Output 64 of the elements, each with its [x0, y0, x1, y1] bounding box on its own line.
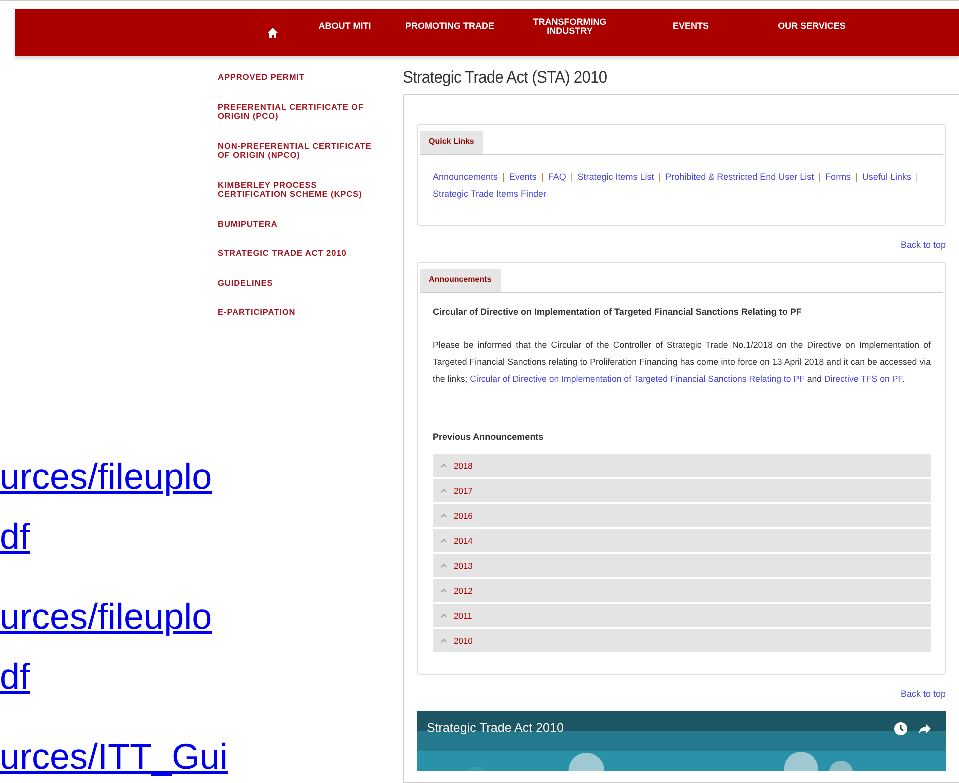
video-title: Strategic Trade Act 2010 — [427, 721, 564, 735]
sidebar-link[interactable]: NON-PREFERENTIAL CERTIFICATE OF ORIGIN (NPCO) — [218, 142, 386, 160]
video-player[interactable]: Strategic Trade Act 2010 — [417, 711, 946, 771]
quick-links-tab[interactable]: Quick Links — [420, 131, 484, 154]
announcement-text: Please be informed that the Circular of the Controller of Strategic Trade No.1/2018 on the Directive on Implementation of Targeted Financial Sanctions relating to Proliferation Financing has come into force on 13 April 2018 and it can be accessed via the links; Circular of Directive on Implementation of Targeted Financial Sanctions Relating to PF and Directive TFS on PF. — [433, 339, 931, 386]
nav-link[interactable]: EVENTS — [629, 22, 753, 31]
url-link[interactable]: urces/fileuplo — [0, 587, 212, 647]
separator: | — [570, 172, 574, 182]
nav-link[interactable]: ABOUT MITI — [301, 22, 389, 31]
share-icon[interactable] — [918, 722, 932, 736]
home-icon[interactable] — [267, 26, 279, 38]
year-accordion-row[interactable]: 2010 — [433, 629, 931, 652]
sidebar-link[interactable]: STRATEGIC TRADE ACT 2010 — [218, 249, 386, 258]
sidebar-link[interactable]: PREFERENTIAL CERTIFICATE OF ORIGIN (PCO) — [218, 102, 386, 122]
sidebar-link[interactable]: KIMBERLEY PROCESS CERTIFICATION SCHEME (KPCS) — [218, 180, 386, 200]
year-accordion-row[interactable]: 2017 — [433, 479, 931, 502]
quick-link[interactable]: Announcements — [433, 172, 498, 182]
quick-link[interactable]: Prohibited & Restricted End User List — [666, 172, 814, 182]
year-accordion-row[interactable]: 2018 — [433, 454, 931, 477]
year-label: 2011 — [454, 610, 472, 620]
separator: | — [818, 172, 822, 182]
separator: | — [658, 172, 662, 182]
url-link[interactable]: urces/fileuplo — [0, 447, 212, 507]
quick-link[interactable]: Strategic Trade Items Finder — [433, 189, 547, 199]
back-to-top-link[interactable]: Back to top — [900, 689, 946, 699]
year-accordion-row[interactable]: 2016 — [433, 504, 931, 527]
back-to-top-link[interactable]: Back to top — [900, 240, 946, 250]
year-label: 2010 — [454, 636, 473, 646]
year-label: 2016 — [454, 510, 473, 520]
year-label: 2014 — [454, 536, 473, 546]
year-label: 2013 — [454, 560, 473, 570]
url-link[interactable]: df — [0, 507, 30, 567]
separator: | — [541, 172, 544, 182]
year-accordion-row[interactable]: 2014 — [433, 529, 931, 552]
sidebar-link[interactable]: APPROVED PERMIT — [218, 73, 386, 82]
quick-link[interactable]: Useful Links — [862, 172, 912, 182]
announcements-tab[interactable]: Announcements — [420, 269, 501, 292]
quick-link[interactable]: Forms — [826, 172, 852, 182]
quick-link[interactable]: Events — [509, 172, 537, 182]
nav-link[interactable]: TRANSFORMING INDUSTRY — [511, 18, 629, 36]
separator: | — [916, 172, 918, 182]
year-accordion-row[interactable]: 2012 — [433, 579, 931, 602]
year-accordion-row[interactable]: 2013 — [433, 554, 931, 577]
nav-link[interactable]: PROMOTING TRADE — [389, 22, 511, 31]
sidebar-link[interactable]: E-PARTICIPATION — [218, 308, 386, 318]
nav-link[interactable]: OUR SERVICES — [753, 22, 871, 31]
document-link[interactable]: Directive TFS on PF — [824, 374, 903, 384]
quick-link[interactable]: Strategic Items List — [578, 172, 654, 182]
separator: | — [856, 172, 858, 182]
announcement-heading: Circular of Directive on Implementation of Targeted Financial Sanctions Relating to PF — [433, 307, 803, 317]
year-label: 2017 — [454, 486, 473, 496]
previous-announcements-heading: Previous Announcements — [433, 432, 545, 442]
url-link[interactable]: urces/ITT_Gui — [0, 727, 228, 783]
quick-link[interactable]: FAQ — [548, 172, 566, 182]
document-link[interactable]: Circular of Directive on Implementation of Targeted Financial Sanctions Relating to PF — [470, 374, 805, 384]
clock-icon[interactable] — [894, 722, 908, 736]
separator: | — [502, 172, 505, 182]
year-accordion-row[interactable]: 2011 — [433, 604, 931, 627]
sidebar-link[interactable]: GUIDELINES — [218, 278, 386, 288]
page-title: Strategic Trade Act (STA) 2010 — [403, 68, 608, 88]
year-label: 2018 — [454, 460, 473, 470]
year-label: 2012 — [454, 586, 473, 596]
url-link[interactable]: df — [0, 647, 30, 707]
sidebar-link[interactable]: BUMIPUTERA — [218, 220, 386, 229]
